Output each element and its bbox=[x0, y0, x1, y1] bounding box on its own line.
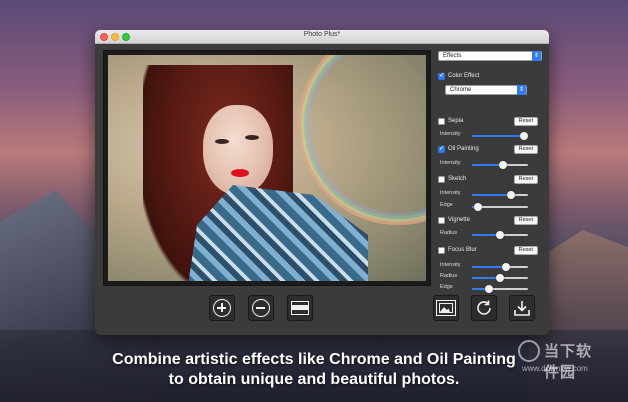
oil-painting-intensity-slider[interactable] bbox=[472, 161, 528, 169]
zoom-out-button[interactable] bbox=[248, 295, 274, 321]
slider-knob[interactable] bbox=[484, 285, 493, 293]
sketch-intensity-label: Intensity bbox=[440, 190, 461, 196]
vignette-radius-slider[interactable] bbox=[472, 231, 528, 239]
photo-left-eye bbox=[215, 139, 229, 144]
slider-knob[interactable] bbox=[520, 132, 529, 140]
effects-panel: Effects ⇕ Color Effect Chrome ⇕ Sepia Res… bbox=[438, 48, 542, 293]
window-title: Photo Plus* bbox=[303, 31, 341, 38]
sepia-intensity-slider[interactable] bbox=[472, 132, 529, 140]
vignette-label: Vignette bbox=[448, 217, 470, 223]
sketch-intensity-slider[interactable] bbox=[472, 191, 528, 199]
photo-face bbox=[203, 105, 273, 195]
download-icon bbox=[514, 301, 530, 316]
slider-knob[interactable] bbox=[498, 161, 507, 169]
chevron-updown-icon: ⇕ bbox=[517, 85, 526, 95]
focus-blur-label: Focus Blur bbox=[448, 247, 477, 253]
oil-painting-label: Oil Painting bbox=[448, 146, 479, 152]
sepia-intensity-label: Intensity bbox=[440, 131, 461, 137]
color-effect-select[interactable]: Chrome ⇕ bbox=[445, 85, 527, 95]
zoom-in-icon bbox=[213, 299, 231, 317]
vignette-reset-button[interactable]: Reset bbox=[513, 216, 538, 225]
slider-knob[interactable] bbox=[496, 231, 504, 239]
rotate-icon bbox=[477, 300, 491, 315]
oil-painting-intensity-label: Intensity bbox=[440, 160, 461, 166]
focus-blur-reset-button[interactable]: Reset bbox=[513, 246, 538, 255]
focus-blur-radius-slider[interactable] bbox=[472, 274, 528, 282]
sketch-row: Sketch Reset bbox=[438, 175, 542, 185]
category-select-value: Effects bbox=[443, 53, 462, 59]
photo-right-eye bbox=[245, 135, 259, 140]
focus-blur-checkbox[interactable] bbox=[438, 247, 445, 254]
watermark-text: 当下软件园 bbox=[544, 342, 593, 381]
slider-knob[interactable] bbox=[496, 274, 504, 282]
watermark-url: www.downxia.com bbox=[522, 364, 588, 373]
sketch-reset-button[interactable]: Reset bbox=[513, 175, 538, 184]
watermark-logo-icon bbox=[518, 340, 540, 362]
image-compare-icon bbox=[436, 300, 456, 316]
slider-fill bbox=[472, 194, 512, 196]
photo-canvas[interactable] bbox=[103, 50, 431, 286]
watermark: 当下软件园 www.downxia.com bbox=[518, 338, 606, 381]
sketch-edge-slider[interactable] bbox=[472, 203, 528, 211]
photo-lips bbox=[231, 169, 249, 177]
sepia-label: Sepia bbox=[448, 118, 464, 124]
slider-knob[interactable] bbox=[507, 191, 516, 199]
focus-blur-edge-label: Edge bbox=[440, 284, 453, 290]
zoom-in-button[interactable] bbox=[209, 295, 235, 321]
sepia-row: Sepia Reset bbox=[438, 117, 542, 127]
focus-blur-row: Focus Blur Reset bbox=[438, 246, 542, 256]
color-effect-checkbox[interactable] bbox=[438, 71, 445, 80]
focus-blur-radius-label: Radius bbox=[440, 273, 458, 279]
color-effect-label: Color Effect bbox=[448, 73, 480, 79]
focus-blur-intensity-slider[interactable] bbox=[472, 263, 528, 271]
category-select[interactable]: Effects ⇕ bbox=[438, 51, 542, 61]
slider-knob[interactable] bbox=[473, 203, 482, 211]
focus-blur-intensity-label: Intensity bbox=[440, 262, 461, 268]
sketch-checkbox[interactable] bbox=[438, 176, 445, 183]
sketch-edge-label: Edge bbox=[440, 202, 453, 208]
edited-photo bbox=[108, 55, 426, 281]
zoom-out-icon bbox=[252, 299, 270, 317]
fit-screen-icon bbox=[291, 301, 309, 315]
chevron-updown-icon: ⇕ bbox=[532, 51, 541, 61]
oil-painting-checkbox[interactable] bbox=[438, 144, 445, 153]
title-bar[interactable]: Photo Plus* bbox=[95, 30, 549, 44]
sepia-reset-button[interactable]: Reset bbox=[513, 117, 538, 126]
sepia-checkbox[interactable] bbox=[438, 118, 445, 125]
color-effect-select-value: Chrome bbox=[450, 87, 472, 93]
vignette-radius-label: Radius bbox=[440, 230, 458, 236]
vignette-row: Vignette Reset bbox=[438, 216, 542, 226]
slider-fill bbox=[472, 266, 506, 268]
vignette-checkbox[interactable] bbox=[438, 217, 445, 224]
download-button[interactable] bbox=[509, 295, 535, 321]
fit-screen-button[interactable] bbox=[287, 295, 313, 321]
image-compare-button[interactable] bbox=[433, 295, 459, 321]
color-effect-row: Color Effect bbox=[438, 71, 542, 82]
slider-fill bbox=[472, 135, 525, 137]
focus-blur-edge-slider[interactable] bbox=[472, 285, 528, 293]
rotate-button[interactable] bbox=[471, 295, 497, 321]
oil-painting-reset-button[interactable]: Reset bbox=[513, 145, 538, 154]
app-window: Photo Plus* Effects ⇕ Color Effect Chrom… bbox=[95, 30, 549, 335]
slider-knob[interactable] bbox=[501, 263, 510, 271]
sketch-label: Sketch bbox=[448, 176, 467, 182]
oil-painting-row: Oil Painting Reset bbox=[438, 144, 542, 155]
